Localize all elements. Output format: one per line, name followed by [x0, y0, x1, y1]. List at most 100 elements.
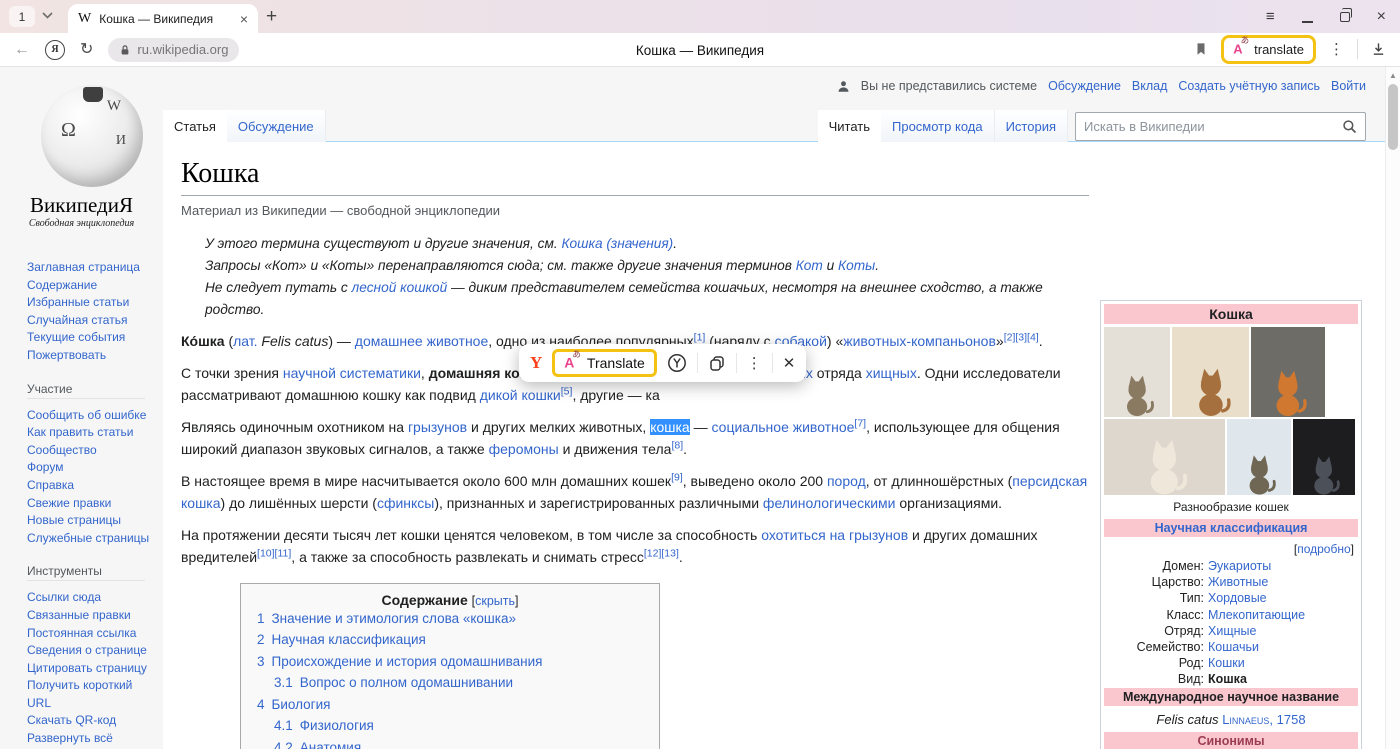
reload-icon[interactable]: ↻: [80, 42, 93, 58]
wiki-link[interactable]: Кот: [796, 258, 823, 273]
more-options-icon[interactable]: ⋮: [1329, 40, 1344, 58]
sidebar-link[interactable]: Форум: [27, 459, 157, 477]
reference-link[interactable]: [10][11]: [257, 547, 291, 559]
sidebar-link[interactable]: Случайная статья: [27, 312, 157, 330]
tab-history[interactable]: История: [995, 110, 1068, 142]
sidebar-link[interactable]: Скачать QR-код: [27, 712, 157, 730]
taxonomy-value[interactable]: Хордовые: [1208, 590, 1358, 606]
wikipedia-globe-logo[interactable]: Ω W И: [41, 85, 143, 187]
cat-photo[interactable]: [1172, 327, 1249, 417]
wiki-link[interactable]: пород: [827, 473, 866, 489]
popup-more-icon[interactable]: ⋮: [747, 354, 762, 372]
reference-link[interactable]: [8]: [671, 439, 683, 451]
wiki-link[interactable]: хищных: [866, 365, 917, 381]
cat-photo[interactable]: [1227, 419, 1291, 495]
scrollbar-thumb[interactable]: [1388, 84, 1398, 150]
sidebar-link[interactable]: Развернуть всё: [27, 730, 157, 748]
new-tab-button[interactable]: +: [266, 4, 277, 30]
window-close-icon[interactable]: ×: [1377, 8, 1386, 26]
wiki-link[interactable]: животных-компаньонов: [843, 333, 996, 349]
browser-tab[interactable]: W Кошка — Википедия ×: [68, 4, 258, 33]
taxonomy-value[interactable]: Кошачьи: [1208, 639, 1358, 655]
sidebar-link[interactable]: Сообщить об ошибке: [27, 407, 157, 425]
minimize-icon[interactable]: [1302, 11, 1313, 23]
cat-photo[interactable]: [1251, 327, 1325, 417]
authority-link[interactable]: Linnaeus, 1758: [1222, 712, 1305, 727]
wiki-link[interactable]: лесной кошкой: [352, 280, 448, 295]
toc-item[interactable]: 4.1Физиология: [255, 715, 645, 737]
popup-translate-button[interactable]: Aあ Translate: [552, 349, 656, 377]
sidebar-link[interactable]: Сведения о странице: [27, 642, 157, 660]
url-field[interactable]: ru.wikipedia.org: [108, 38, 239, 62]
reference-link[interactable]: [9]: [671, 471, 683, 483]
wiki-link[interactable]: феромоны: [489, 441, 559, 457]
sidebar-link[interactable]: Ссылки сюда: [27, 589, 157, 607]
sidebar-link[interactable]: Получить короткий URL: [27, 677, 157, 712]
back-icon[interactable]: ←: [14, 42, 30, 58]
search-input[interactable]: [1084, 119, 1342, 134]
sidebar-link[interactable]: Свежие правки: [27, 495, 157, 513]
sidebar-link[interactable]: Содержание: [27, 277, 157, 295]
sidebar-link[interactable]: Как править статьи: [27, 424, 157, 442]
wiki-link[interactable]: научной систематики: [283, 365, 421, 381]
toc-item[interactable]: 4Биология: [255, 694, 645, 716]
yandex-logo-icon[interactable]: Y: [530, 353, 542, 373]
tab-article[interactable]: Статья: [163, 110, 227, 142]
wiki-link[interactable]: домашнее животное: [355, 333, 488, 349]
toc-item[interactable]: 3.1Вопрос о полном одомашнивании: [255, 672, 645, 694]
classification-header[interactable]: Научная классификация: [1104, 519, 1358, 537]
wiki-link[interactable]: социальное животное: [712, 419, 855, 435]
wiki-link[interactable]: Кошка (значения): [561, 236, 673, 251]
tab-close-icon[interactable]: ×: [240, 11, 248, 27]
translate-button[interactable]: Aあ translate: [1221, 35, 1316, 63]
sidebar-link[interactable]: Служебные страницы: [27, 530, 157, 548]
wiki-link[interactable]: фелинологическими: [763, 495, 896, 511]
personal-link[interactable]: Обсуждение: [1048, 79, 1121, 93]
sidebar-link[interactable]: Текущие события: [27, 329, 157, 347]
page-scrollbar[interactable]: ▲: [1385, 67, 1400, 749]
cat-photo[interactable]: [1104, 419, 1225, 495]
tab-talk[interactable]: Обсуждение: [227, 110, 326, 142]
taxonomy-value[interactable]: Кошка: [1208, 671, 1358, 687]
toc-item[interactable]: 4.2Анатомия: [255, 737, 645, 749]
menu-icon[interactable]: ≡: [1266, 8, 1275, 25]
toc-toggle[interactable]: [скрыть]: [472, 592, 519, 608]
personal-link[interactable]: Создать учётную запись: [1178, 79, 1320, 93]
wiki-link[interactable]: грызунов: [408, 419, 467, 435]
toc-item[interactable]: 1Значение и этимология слова «кошка»: [255, 608, 645, 630]
reference-link[interactable]: [12][13]: [644, 547, 679, 559]
personal-link[interactable]: Войти: [1331, 79, 1366, 93]
taxonomy-value[interactable]: Животные: [1208, 574, 1358, 590]
sidebar-link[interactable]: Постоянная ссылка: [27, 625, 157, 643]
reference-link[interactable]: [7]: [854, 417, 866, 429]
wiki-link[interactable]: лат.: [233, 333, 257, 349]
tab-counter[interactable]: 1: [9, 6, 35, 27]
wiki-link[interactable]: охотиться на грызунов: [761, 527, 908, 543]
restore-icon[interactable]: [1340, 12, 1350, 22]
cat-photo[interactable]: [1293, 419, 1355, 495]
taxonomy-value[interactable]: Кошки: [1208, 655, 1358, 671]
search-icon[interactable]: [1342, 119, 1357, 134]
sidebar-link[interactable]: Связанные правки: [27, 607, 157, 625]
sidebar-link[interactable]: Новые страницы: [27, 512, 157, 530]
copy-icon[interactable]: [708, 354, 726, 372]
wiki-link[interactable]: дикой кошки: [480, 387, 561, 403]
sidebar-link[interactable]: Цитировать страницу: [27, 660, 157, 678]
toc-item[interactable]: 3Происхождение и история одомашнивания: [255, 651, 645, 673]
sidebar-link[interactable]: Избранные статьи: [27, 294, 157, 312]
sidebar-link[interactable]: Пожертвовать: [27, 347, 157, 365]
sidebar-link[interactable]: Заглавная страница: [27, 259, 157, 277]
reference-link[interactable]: [5]: [561, 385, 573, 397]
yandex-search-icon[interactable]: [667, 353, 687, 373]
bookmark-icon[interactable]: [1194, 41, 1208, 57]
cat-photo[interactable]: [1104, 327, 1170, 417]
popup-close-icon[interactable]: ✕: [783, 354, 796, 372]
taxonomy-value[interactable]: Млекопитающие: [1208, 607, 1358, 623]
tab-view-source[interactable]: Просмотр кода: [881, 110, 995, 142]
sidebar-link[interactable]: Справка: [27, 477, 157, 495]
wiki-link[interactable]: сфинксы: [377, 495, 434, 511]
chevron-down-icon[interactable]: [42, 12, 53, 19]
reference-link[interactable]: [1]: [694, 331, 706, 343]
tab-read[interactable]: Читать: [818, 110, 881, 142]
sidebar-link[interactable]: Сообщество: [27, 442, 157, 460]
